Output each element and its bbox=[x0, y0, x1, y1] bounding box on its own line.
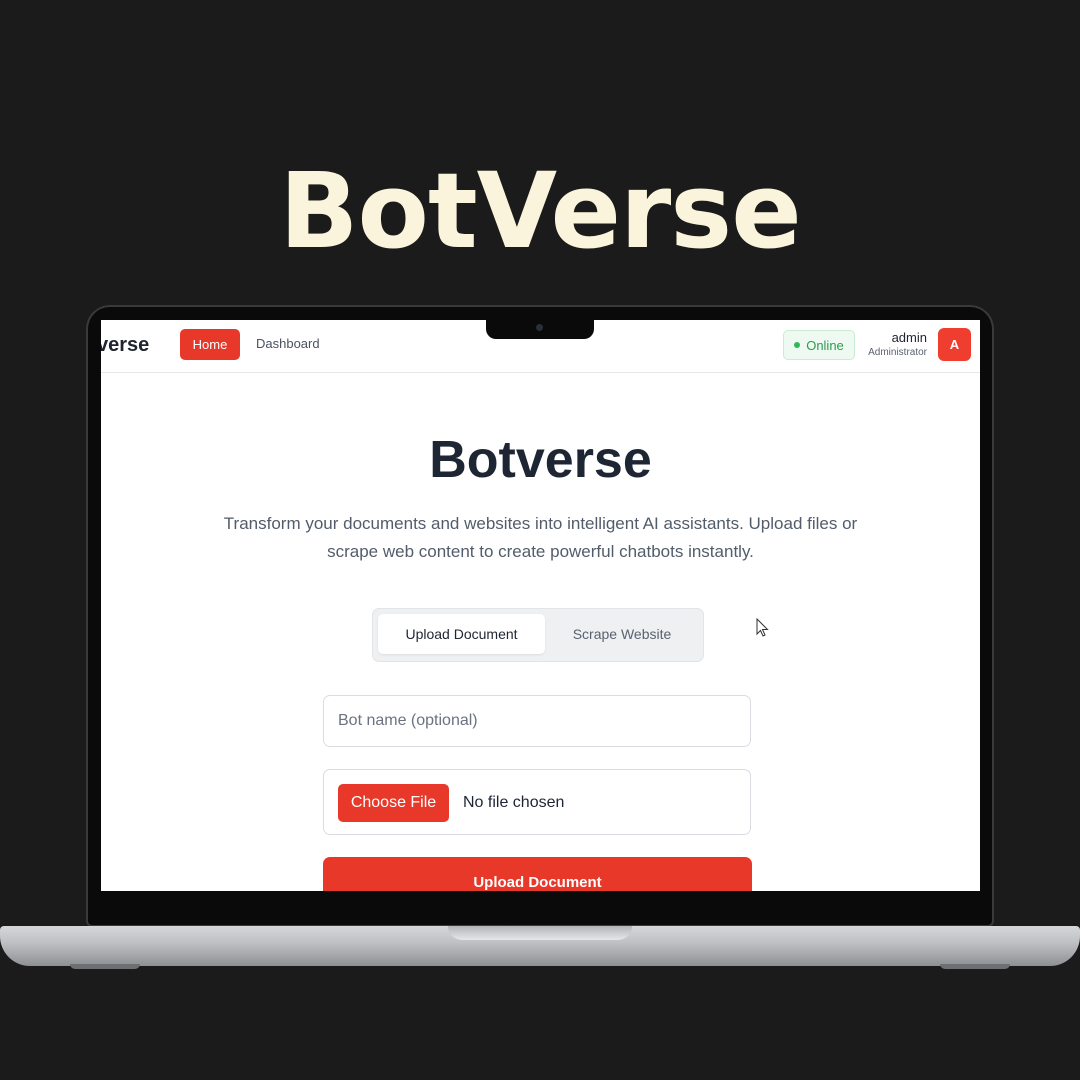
upload-document-button[interactable]: Upload Document bbox=[323, 857, 752, 891]
user-role: Administrator bbox=[868, 347, 927, 358]
status-dot-icon bbox=[794, 342, 801, 348]
page-title: Botverse bbox=[429, 431, 652, 489]
status-badge: Online bbox=[783, 330, 855, 360]
choose-file-button[interactable]: Choose File bbox=[338, 784, 449, 822]
mode-tabs: Upload Document Scrape Website bbox=[372, 608, 704, 662]
tab-upload-document[interactable]: Upload Document bbox=[378, 614, 545, 654]
nav-home-button[interactable]: Home bbox=[180, 329, 240, 360]
file-status-text: No file chosen bbox=[463, 794, 565, 811]
tab-scrape-website[interactable]: Scrape Website bbox=[545, 614, 699, 654]
laptop-screen: verse Home Dashboard Online admin Admini… bbox=[101, 320, 980, 891]
camera-icon bbox=[536, 324, 543, 331]
user-name: admin bbox=[891, 330, 927, 345]
promo-title: BotVerse bbox=[279, 150, 802, 272]
nav-dashboard-link[interactable]: Dashboard bbox=[256, 336, 320, 351]
page-description: Transform your documents and websites in… bbox=[223, 514, 858, 561]
laptop-foot-left bbox=[70, 964, 140, 969]
mouse-cursor-icon bbox=[756, 618, 769, 637]
bot-name-input[interactable] bbox=[323, 695, 751, 747]
brand-logo[interactable]: verse bbox=[101, 334, 149, 357]
file-input-box: Choose File No file chosen bbox=[323, 769, 751, 835]
laptop-foot-right bbox=[940, 964, 1010, 969]
status-label: Online bbox=[806, 337, 844, 353]
avatar[interactable]: A bbox=[938, 328, 971, 361]
laptop-base-notch bbox=[448, 926, 632, 940]
